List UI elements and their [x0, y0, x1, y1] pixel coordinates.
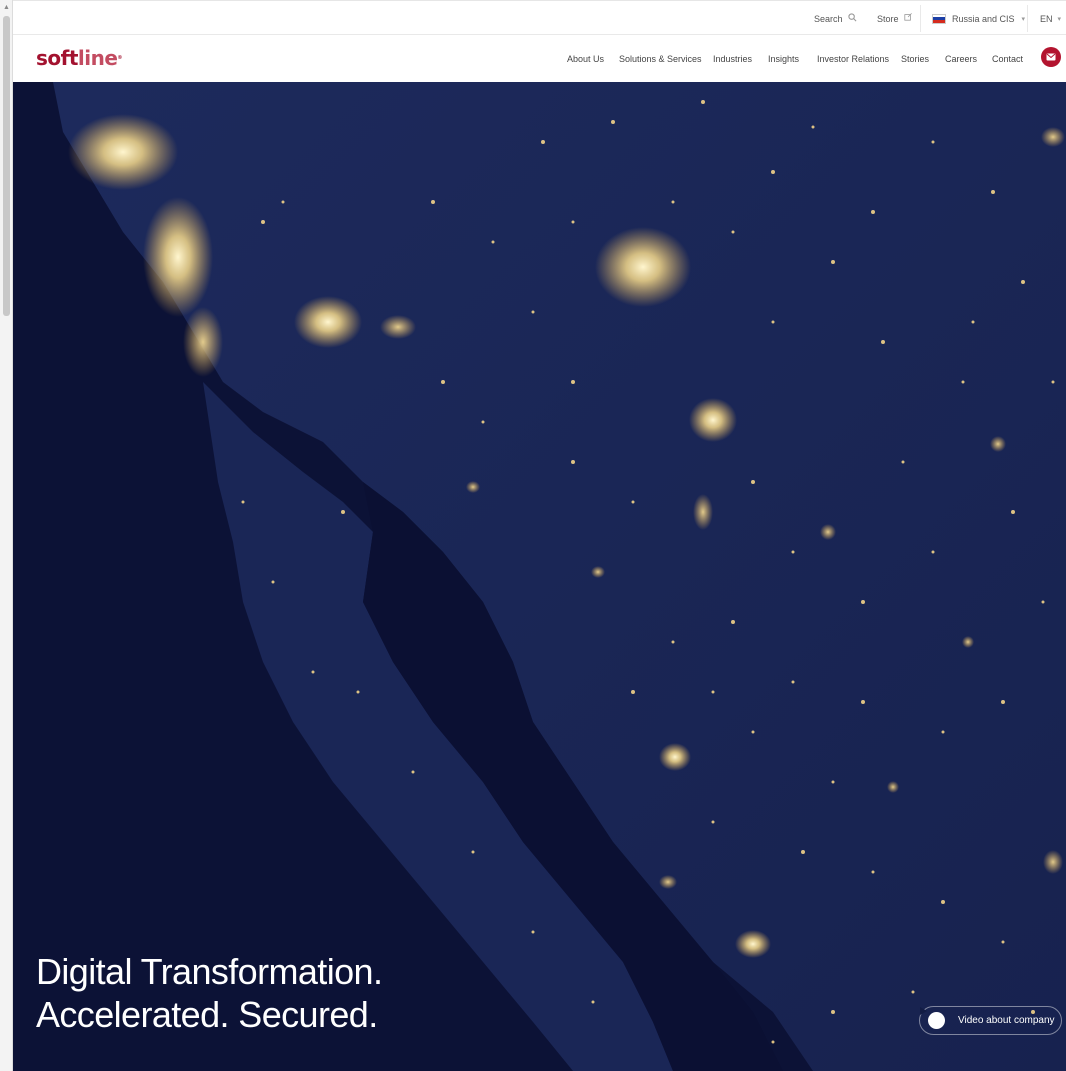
play-icon: [920, 1007, 945, 1029]
nav-item-about-us[interactable]: About Us: [567, 35, 604, 82]
store-label: Store: [877, 13, 899, 24]
nav-label: Insights: [768, 53, 800, 64]
page-scrollbar[interactable]: ▲: [0, 0, 13, 1071]
mail-icon: [1046, 48, 1056, 66]
nav-label: Industries: [713, 53, 753, 64]
scroll-up-arrow-icon[interactable]: ▲: [2, 3, 11, 12]
main-header: softline® About Us Solutions & Services …: [13, 35, 1066, 82]
video-button-label: Video about company: [958, 1015, 1055, 1026]
nav-item-contact[interactable]: Contact: [992, 35, 1023, 82]
nav-label: About Us: [567, 53, 605, 64]
nav-label: Careers: [945, 53, 978, 64]
nav-item-stories[interactable]: Stories: [901, 35, 929, 82]
nav-item-insights[interactable]: Insights: [768, 35, 799, 82]
external-link-icon: [903, 13, 912, 24]
softline-logo[interactable]: softline®: [36, 46, 122, 70]
mail-button[interactable]: [1041, 47, 1061, 67]
region-label: Russia and CIS: [952, 13, 1015, 24]
search-link[interactable]: Search: [814, 1, 857, 36]
store-link[interactable]: Store: [877, 1, 912, 36]
hero-headline-line-1: Digital Transformation.: [36, 951, 383, 992]
hero-headline: Digital Transformation. Accelerated. Sec…: [36, 950, 383, 1036]
chevron-down-icon: ▾: [1057, 15, 1062, 23]
scrollbar-thumb[interactable]: [3, 16, 10, 316]
hero-section: Digital Transformation. Accelerated. Sec…: [13, 82, 1066, 1071]
utility-bar: Search Store Russia and CIS ▾ EN ▾: [13, 0, 1066, 35]
language-label: EN: [1040, 13, 1053, 24]
nav-item-investor-relations[interactable]: Investor Relations: [817, 35, 889, 82]
region-selector[interactable]: Russia and CIS ▾: [932, 1, 1025, 36]
nav-item-careers[interactable]: Careers: [945, 35, 977, 82]
hero-headline-line-2: Accelerated. Secured.: [36, 994, 378, 1035]
logo-text-soft: soft: [36, 46, 78, 70]
night-satellite-map: [13, 82, 1066, 1071]
nav-item-industries[interactable]: Industries: [713, 35, 752, 82]
video-about-company-button[interactable]: Video about company: [919, 1006, 1062, 1035]
logo-registered-mark: ®: [117, 55, 122, 61]
search-icon: [847, 12, 857, 25]
divider: [1027, 5, 1028, 32]
nav-label: Contact: [992, 53, 1024, 64]
language-selector[interactable]: EN ▾: [1040, 1, 1061, 36]
nav-label: Solutions & Services: [619, 53, 702, 64]
logo-text-line: line: [77, 46, 118, 70]
divider: [920, 5, 921, 32]
search-label: Search: [814, 13, 843, 24]
nav-label: Investor Relations: [817, 53, 890, 64]
nav-label: Stories: [901, 53, 930, 64]
chevron-down-icon: ▾: [1021, 15, 1026, 23]
russia-flag-icon: [932, 13, 946, 24]
nav-item-solutions-services[interactable]: Solutions & Services: [619, 35, 702, 82]
